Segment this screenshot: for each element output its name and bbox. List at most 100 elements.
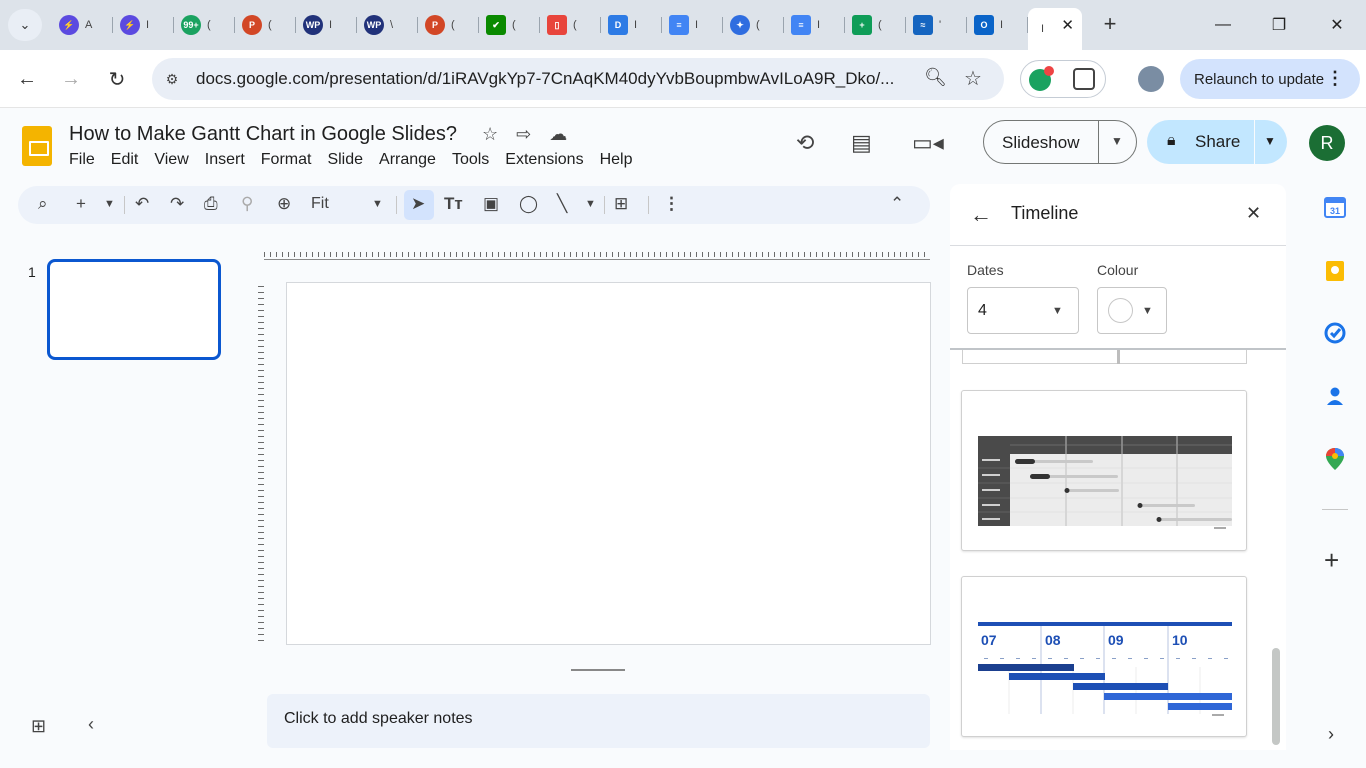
close-icon[interactable]: ✕	[1246, 203, 1261, 224]
zoom-icon[interactable]: 🔍︎	[924, 67, 947, 88]
browser-tab[interactable]: ✦(	[723, 8, 784, 42]
close-window-button[interactable]: ✕	[1322, 10, 1352, 40]
zoom-icon[interactable]: ⊕	[277, 194, 291, 214]
grammar-extension-icon[interactable]	[1029, 66, 1054, 91]
new-tab-button[interactable]: +	[1097, 11, 1123, 37]
browser-profile-avatar[interactable]	[1138, 66, 1164, 92]
cloud-status-icon[interactable]: ☁	[549, 124, 567, 145]
move-folder-icon[interactable]: ⇨	[516, 124, 531, 145]
colour-select[interactable]: ▼	[1097, 287, 1167, 334]
grid-view-icon[interactable]: ⊞	[31, 716, 46, 737]
get-addons-icon[interactable]: +	[1324, 545, 1339, 576]
add-comment-icon[interactable]: ⊞	[614, 194, 628, 214]
extensions-puzzle-icon[interactable]	[1073, 68, 1095, 90]
menu-item-arrange[interactable]: Arrange	[379, 151, 436, 169]
paint-format-icon[interactable]: ⚲	[241, 194, 253, 214]
slideshow-dropdown-icon[interactable]: ▼	[1111, 134, 1123, 148]
back-arrow-icon[interactable]: ←	[970, 202, 992, 228]
timeline-template-grey[interactable]	[961, 390, 1247, 551]
redo-icon[interactable]: ↷	[170, 194, 184, 214]
image-icon[interactable]: ▣	[483, 194, 499, 214]
print-icon[interactable]: ⎙	[204, 194, 218, 214]
meet-video-icon[interactable]: ▭◂	[912, 130, 944, 156]
browser-tab-active[interactable]: I ✕	[1028, 8, 1082, 50]
slide-canvas[interactable]	[286, 282, 931, 645]
contacts-icon[interactable]	[1323, 384, 1347, 408]
browser-tab[interactable]: ⚡ I	[113, 8, 174, 42]
collapse-toolbar-icon[interactable]: ⌃	[890, 194, 904, 214]
line-icon[interactable]: ╲	[557, 194, 567, 214]
speaker-notes[interactable]: Click to add speaker notes	[267, 694, 930, 748]
dates-select[interactable]: 4 ▼	[967, 287, 1079, 334]
browser-tab[interactable]: +(	[845, 8, 906, 42]
menu-item-view[interactable]: View	[154, 151, 188, 169]
menu-item-help[interactable]: Help	[600, 151, 633, 169]
minimize-button[interactable]: —	[1208, 10, 1238, 40]
menu-item-slide[interactable]: Slide	[327, 151, 363, 169]
browser-tab[interactable]: DI	[601, 8, 662, 42]
tasks-icon[interactable]	[1323, 321, 1347, 345]
browser-tab[interactable]: P(	[235, 8, 296, 42]
zoom-select[interactable]: Fit	[311, 195, 329, 213]
vertical-ruler[interactable]	[256, 286, 266, 643]
browser-tab[interactable]: WP \	[357, 8, 418, 42]
template-card-partial[interactable]	[962, 350, 1247, 364]
browser-tab[interactable]: ✔(	[479, 8, 540, 42]
more-options-icon[interactable]: ⋮	[663, 194, 680, 214]
slide-thumbnail[interactable]	[47, 259, 221, 360]
calendar-icon[interactable]: 31	[1323, 195, 1347, 219]
keep-icon[interactable]	[1323, 259, 1347, 283]
horizontal-ruler[interactable]	[264, 246, 930, 260]
url-text[interactable]: docs.google.com/presentation/d/1iRAVgkYp…	[196, 69, 916, 89]
search-menus-icon[interactable]: ⌕	[38, 194, 48, 214]
browser-tab[interactable]: ≈ '	[906, 8, 967, 42]
forward-button[interactable]: →	[56, 64, 86, 94]
slides-logo-icon[interactable]	[22, 126, 52, 166]
zoom-dropdown-icon[interactable]: ▼	[372, 198, 383, 210]
new-slide-icon[interactable]: +	[76, 194, 86, 214]
document-title[interactable]: How to Make Gantt Chart in Google Slides…	[69, 123, 457, 146]
menu-item-tools[interactable]: Tools	[452, 151, 489, 169]
hide-filmstrip-icon[interactable]: ‹	[88, 714, 94, 735]
site-info-icon[interactable]: ⚙	[162, 69, 182, 89]
select-cursor-icon[interactable]: ➤	[411, 194, 425, 214]
back-button[interactable]: ←	[12, 64, 42, 94]
address-bar[interactable]: ⚙ docs.google.com/presentation/d/1iRAVgk…	[152, 58, 1004, 100]
panel-scrollbar[interactable]	[1272, 648, 1280, 745]
notes-resize-handle[interactable]	[571, 669, 625, 671]
menu-item-edit[interactable]: Edit	[111, 151, 139, 169]
menu-item-insert[interactable]: Insert	[205, 151, 245, 169]
timeline-template-blue[interactable]: 07 08 09 10	[961, 576, 1247, 737]
show-side-panel-icon[interactable]: ›	[1328, 724, 1334, 745]
browser-tab[interactable]: ▯(	[540, 8, 601, 42]
relaunch-to-update-button[interactable]: Relaunch to update ⋮	[1180, 59, 1360, 99]
menu-item-format[interactable]: Format	[261, 151, 312, 169]
more-menu-icon[interactable]: ⋮	[1326, 68, 1344, 89]
new-slide-dropdown-icon[interactable]: ▼	[104, 198, 115, 210]
comments-icon[interactable]: ▤	[851, 130, 872, 156]
close-tab-icon[interactable]: ✕	[1061, 16, 1074, 34]
line-dropdown-icon[interactable]: ▼	[585, 198, 596, 210]
share-button[interactable]: 🔒︎ Share ▼	[1147, 120, 1287, 164]
star-icon[interactable]: ☆	[482, 124, 498, 145]
maps-icon[interactable]	[1323, 447, 1347, 471]
browser-tab[interactable]: 99+ (	[174, 8, 235, 42]
browser-tab[interactable]: P(	[418, 8, 479, 42]
slideshow-button[interactable]: Slideshow ▼	[983, 120, 1137, 164]
tab-search-button[interactable]: ⌄	[8, 9, 42, 41]
version-history-icon[interactable]: ⟲	[796, 130, 814, 156]
undo-icon[interactable]: ↶	[135, 194, 149, 214]
menu-item-file[interactable]: File	[69, 151, 95, 169]
browser-tab[interactable]: ⚡ A	[52, 8, 113, 42]
shape-icon[interactable]: ◯	[519, 194, 538, 214]
text-box-icon[interactable]: Tт	[444, 194, 463, 214]
account-avatar[interactable]: R	[1309, 125, 1345, 161]
browser-tab[interactable]: ≡ I	[662, 8, 723, 42]
bookmark-star-icon[interactable]: ☆	[964, 66, 982, 91]
menu-item-extensions[interactable]: Extensions	[505, 151, 583, 169]
restore-button[interactable]: ❐	[1264, 10, 1294, 40]
share-dropdown-icon[interactable]: ▼	[1264, 134, 1276, 148]
browser-tab[interactable]: ≡ I	[784, 8, 845, 42]
reload-button[interactable]: ↻	[102, 64, 132, 94]
browser-tab[interactable]: WP I	[296, 8, 357, 42]
